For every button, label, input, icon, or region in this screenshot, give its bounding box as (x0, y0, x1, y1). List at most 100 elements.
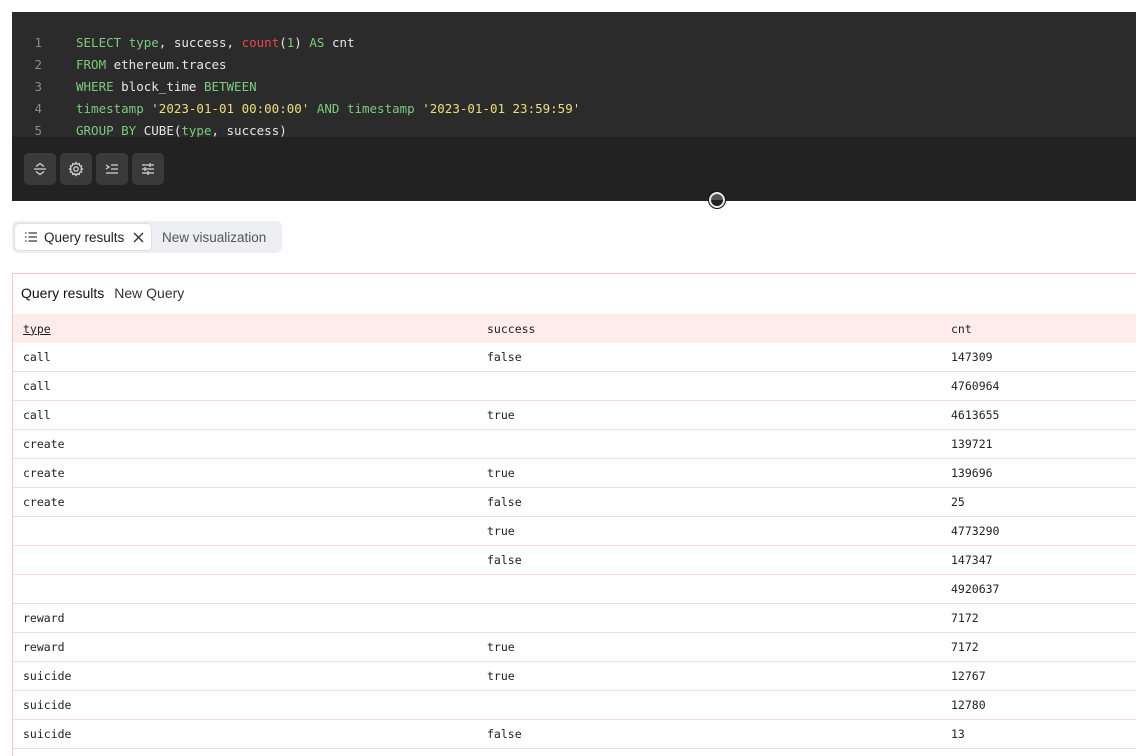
code-token: ( (279, 35, 287, 50)
line-number: 2 (34, 57, 42, 72)
code-token: timestamp (76, 101, 144, 116)
table-row[interactable]: call 4760964 (13, 371, 1136, 401)
cell-cnt: 7172 (941, 603, 1136, 633)
column-header-success[interactable]: success (477, 314, 941, 343)
cell-cnt: 147347 (941, 545, 1136, 575)
table-header-row: type success cnt (13, 314, 1136, 343)
code-token: '2023-01-01 00:00:00' (151, 101, 310, 116)
list-icon (25, 232, 37, 242)
cell-success (477, 574, 941, 604)
code-token: timestamp (346, 101, 415, 116)
cell-type: create (13, 458, 477, 488)
code-token: '2023-01-01 23:59:59' (422, 101, 581, 116)
expand-collapse-icon (34, 162, 46, 176)
indent-button[interactable] (96, 153, 128, 185)
cell-success (477, 603, 941, 633)
code-text: GROUP BY CUBE(type, success) (76, 120, 287, 137)
cell-type: suicide (13, 690, 477, 720)
table-row[interactable]: reward true 7172 (13, 632, 1136, 662)
gear-icon (68, 161, 84, 177)
cell-type: suicide (13, 719, 477, 749)
cell-success: false (477, 487, 941, 517)
code-token: block_time (113, 79, 204, 94)
code-text: WHERE block_time BETWEEN (76, 76, 257, 98)
code-text: SELECT type, success, count(1) AS cnt (76, 32, 355, 54)
cell-cnt: 4760964 (941, 371, 1136, 401)
panel-resize-handle[interactable] (708, 191, 726, 209)
table-row[interactable]: 4920637 (13, 574, 1136, 604)
table-row[interactable]: create true 139696 (13, 458, 1136, 488)
results-header: Query results New Query (13, 274, 1136, 312)
editor-toolbar (12, 137, 1136, 201)
tab-label: Query results (44, 229, 125, 245)
cell-type: call (13, 343, 477, 372)
settings-button[interactable] (60, 153, 92, 185)
table-row[interactable]: true 4773290 (13, 516, 1136, 546)
tab-label: New visualization (162, 229, 267, 245)
code-text: FROM ethereum.traces (76, 54, 227, 76)
code-token: CUBE( (136, 123, 182, 137)
cell-cnt: 13 (941, 719, 1136, 749)
cell-type: call (13, 400, 477, 430)
code-token: WHERE (76, 79, 114, 94)
cell-type (13, 545, 477, 575)
code-token: SELECT (76, 35, 129, 50)
indent-icon (105, 164, 118, 174)
code-token: AND (316, 101, 340, 116)
table-row[interactable]: false 147347 (13, 545, 1136, 575)
cell-cnt: 4613655 (941, 400, 1136, 430)
cell-cnt: 4773290 (941, 516, 1136, 546)
code-text: timestamp '2023-01-01 00:00:00' AND time… (76, 98, 580, 120)
code-token: AS (309, 35, 325, 50)
cell-success: true (477, 458, 941, 488)
code-token: FROM (76, 57, 107, 72)
tab-query-results[interactable]: Query results (14, 223, 152, 251)
column-header-type[interactable]: type (13, 314, 477, 343)
cell-type: reward (13, 632, 477, 662)
result-tabs: Query results New visualization (12, 221, 282, 253)
close-icon[interactable] (133, 232, 144, 243)
code-token: , success) (211, 123, 287, 137)
cell-success (477, 690, 941, 720)
table-row[interactable]: call true 4613655 (13, 400, 1136, 430)
sql-editor[interactable]: 1 SELECT type, success, count(1) AS cnt 2 F… (12, 12, 1136, 201)
cell-success: true (477, 632, 941, 662)
cell-type: call (13, 371, 477, 401)
code-token: , success, (158, 35, 242, 50)
line-number: 3 (34, 79, 42, 94)
table-row[interactable]: create 139721 (13, 429, 1136, 459)
table-row[interactable]: call false 147309 (13, 343, 1136, 372)
tab-new-visualization[interactable]: New visualization (162, 223, 280, 251)
code-token: cnt (324, 35, 355, 50)
table-row[interactable]: suicide false 13 (13, 719, 1136, 749)
code-token: GROUP BY (76, 123, 137, 137)
cell-success: false (477, 343, 941, 372)
results-title: Query results (21, 285, 105, 301)
code-token: count (241, 35, 280, 50)
format-toggle-button[interactable] (24, 153, 56, 185)
table-row[interactable]: suicide true 12767 (13, 661, 1136, 691)
cell-cnt: 139696 (941, 458, 1136, 488)
code-token: type (181, 123, 212, 137)
parameters-button[interactable] (132, 153, 164, 185)
cell-success: true (477, 661, 941, 691)
cell-success: true (477, 400, 941, 430)
cell-success (477, 429, 941, 459)
results-table: type success cnt call false 147309 call 4760… (13, 314, 1136, 749)
table-row[interactable]: suicide 12780 (13, 690, 1136, 720)
cell-cnt: 139721 (941, 429, 1136, 459)
code-token: ) (294, 35, 310, 50)
cell-cnt: 12767 (941, 661, 1136, 691)
cell-type (13, 516, 477, 546)
code-token: ethereum.traces (106, 57, 227, 72)
code-area[interactable]: 1 SELECT type, success, count(1) AS cnt 2 F… (12, 12, 1136, 137)
cell-cnt: 4920637 (941, 574, 1136, 604)
line-number: 5 (34, 123, 42, 137)
query-name: New Query (114, 285, 185, 301)
table-row[interactable]: reward 7172 (13, 603, 1136, 633)
cell-success: false (477, 545, 941, 575)
table-row[interactable]: create false 25 (13, 487, 1136, 517)
column-header-cnt[interactable]: cnt (941, 314, 1136, 343)
